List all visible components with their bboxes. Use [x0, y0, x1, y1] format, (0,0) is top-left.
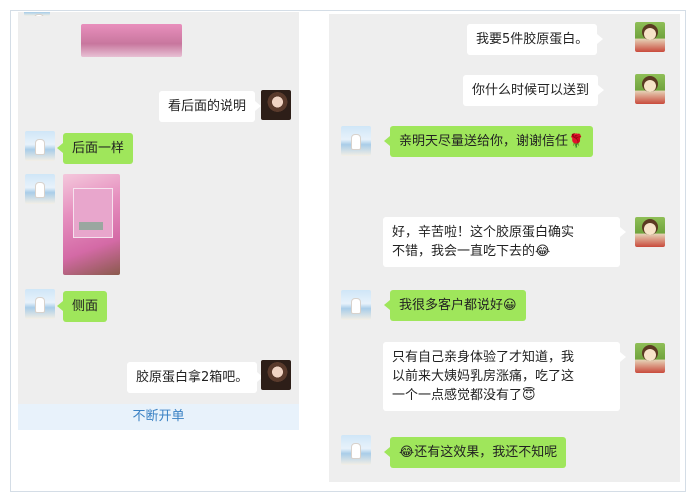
message-bubble[interactable]: 我要5件胶原蛋白。 [467, 24, 604, 55]
grinning-emoji-icon: 😀 [503, 298, 517, 313]
message-text: 侧面 [72, 299, 99, 314]
right-chat-pane[interactable]: 我要5件胶原蛋白。 你什么时候可以送到 亲明天尽量送给你，谢谢信任🌹 好，辛苦啦… [329, 14, 680, 482]
avatar-cartoon[interactable] [635, 22, 665, 52]
avatar-beach[interactable] [25, 289, 55, 319]
avatar-beach[interactable] [25, 131, 55, 161]
message-bubble[interactable]: 亲明天尽量送给你，谢谢信任🌹 [383, 126, 594, 157]
footer-link-button[interactable]: 不断开单 [18, 404, 299, 430]
message-bubble[interactable]: 后面一样 [56, 133, 134, 164]
message-text: 胶原蛋白拿2箱吧。 [136, 370, 249, 385]
message-text-line: 只有自己亲身体验了才知道，我 [392, 350, 575, 365]
message-text-line: 一个一点感觉都没有了 [392, 388, 523, 403]
message-text: 看后面的说明 [168, 99, 247, 114]
avatar-cartoon[interactable] [635, 343, 665, 373]
laughing-emoji-icon: 😂 [399, 445, 415, 460]
avatar-portrait[interactable] [261, 360, 291, 390]
message-bubble[interactable]: 😂还有这效果，我还不知呢 [383, 437, 567, 468]
avatar-cartoon[interactable] [635, 217, 665, 247]
avatar-beach[interactable] [341, 126, 371, 156]
message-bubble[interactable]: 只有自己亲身体验了才知道，我 以前来大姨妈乳房涨痛，吃了这 一个一点感觉都没有了… [383, 342, 626, 411]
product-image[interactable] [63, 174, 120, 275]
smiling-emoji-icon: 😇 [522, 388, 536, 403]
message-text: 我很多客户都说好 [399, 298, 504, 313]
left-chat-pane[interactable]: 看后面的说明 后面一样 侧面 胶原蛋白拿2箱吧。 [18, 12, 299, 404]
message-bubble[interactable]: 好，辛苦啦！这个胶原蛋白确实 不错，我会一直吃下去的😂 [383, 217, 626, 267]
avatar-portrait[interactable] [261, 90, 291, 120]
product-image-top[interactable] [81, 24, 182, 57]
laughing-emoji-icon: 😂 [535, 244, 551, 259]
message-bubble[interactable]: 侧面 [56, 291, 108, 322]
avatar-beach[interactable] [25, 174, 55, 204]
message-text-line: 以前来大姨妈乳房涨痛，吃了这 [392, 369, 575, 384]
message-text: 我要5件胶原蛋白。 [476, 32, 589, 47]
message-text: 亲明天尽量送给你，谢谢信任 [399, 134, 569, 149]
message-bubble[interactable]: 胶原蛋白拿2箱吧。 [127, 362, 264, 393]
message-text: 后面一样 [72, 141, 125, 156]
rose-emoji-icon: 🌹 [568, 134, 585, 149]
avatar-beach [24, 12, 50, 16]
message-bubble[interactable]: 看后面的说明 [159, 91, 262, 122]
avatar-beach[interactable] [341, 435, 371, 465]
message-text-line: 不错，我会一直吃下去的 [392, 244, 536, 259]
message-text: 还有这效果，我还不知呢 [414, 445, 558, 460]
message-text-line: 好，辛苦啦！这个胶原蛋白确实 [392, 225, 575, 240]
avatar-beach[interactable] [341, 290, 371, 320]
message-bubble[interactable]: 你什么时候可以送到 [463, 75, 605, 106]
message-bubble[interactable]: 我很多客户都说好😀 [384, 290, 526, 321]
message-text: 你什么时候可以送到 [472, 83, 590, 98]
avatar-cartoon[interactable] [635, 74, 665, 104]
